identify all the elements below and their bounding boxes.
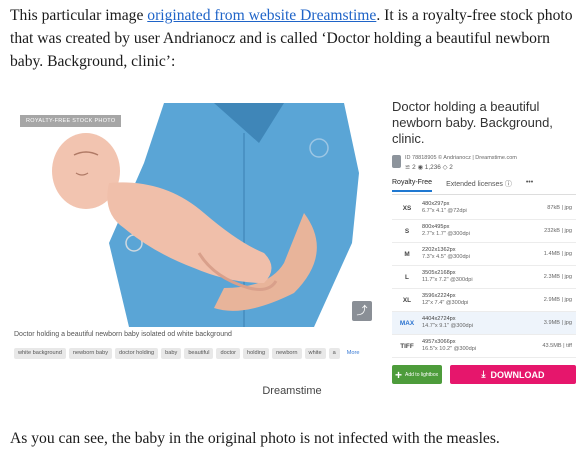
size-dimensions: 3596x2224px 12"x 7.4" @300dpi [422, 293, 520, 307]
tag[interactable]: beautiful [184, 348, 214, 359]
action-buttons: + Add to lightbox ⤓ DOWNLOAD [392, 365, 576, 384]
file-size: 232kB | jpg [544, 228, 572, 234]
size-code: L [405, 273, 409, 281]
size-dimensions: 800x495px 2.7"x 1.7" @300dpi [422, 224, 520, 238]
size-row[interactable]: M 2202x1362px 7.3"x 4.5" @300dpi 1.4MB | jp… [392, 243, 576, 266]
size-px: 480x297px [422, 201, 450, 207]
image-id-line[interactable]: ID 78818905 © Andrianocz | Dreamstime.co… [405, 155, 517, 161]
more-tags-link[interactable]: More [343, 348, 364, 359]
size-row[interactable]: L 3505x2168px 11.7"x 7.2" @300dpi 2.3MB | j… [392, 266, 576, 289]
size-inches: 14.7"x 9.1" @300dpi [422, 323, 474, 329]
tag[interactable]: newborn baby [68, 348, 113, 359]
dreamstime-screenshot: ROYALTY-FREE STOCK PHOTO ⤴ Doctor holdin… [14, 97, 576, 384]
keyword-tags: white background newborn baby doctor hol… [14, 348, 384, 362]
tag[interactable]: newborn [272, 348, 302, 359]
purchase-panel: Doctor holding a beautiful newborn baby.… [392, 99, 576, 384]
size-inches: 2.7"x 1.7" @300dpi [422, 231, 470, 237]
share-icon[interactable]: ⤴ [352, 301, 372, 321]
intro-text-start: This particular image [10, 7, 148, 24]
size-dimensions: 3505x2168px 11.7"x 7.2" @300dpi [422, 270, 520, 284]
tag[interactable]: doctor holding [115, 348, 159, 359]
file-size: 87kB | jpg [547, 205, 572, 211]
size-code: S [404, 227, 410, 235]
tab-more[interactable]: ••• [526, 179, 533, 186]
size-row[interactable]: XS 480x297px 6.7"x 4.1" @72dpi 87kB | jpg [392, 197, 576, 220]
license-tabs: Royalty-Free Extended licenses ⓘ ••• [392, 179, 576, 195]
download-label: DOWNLOAD [490, 369, 545, 380]
file-size: 1.4MB | jpg [543, 251, 572, 257]
size-inches: 12"x 7.4" @300dpi [422, 300, 469, 306]
size-inches: 7.3"x 4.5" @300dpi [422, 254, 470, 260]
image-stats: ≌ 2 ◉ 1,236 ◇ 2 [405, 164, 453, 171]
image-title: Doctor holding a beautiful newborn baby.… [392, 99, 553, 146]
size-row[interactable]: XL 3596x2224px 12"x 7.4" @300dpi 2.9MB | jp… [392, 289, 576, 312]
plus-icon: + [395, 367, 403, 382]
stock-photo: ROYALTY-FREE STOCK PHOTO ⤴ [14, 103, 380, 327]
source-link[interactable]: originated from website Dreamstime [147, 7, 376, 24]
size-px: 2202x1362px [422, 247, 456, 253]
download-icon: ⤓ [481, 369, 486, 379]
size-row-selected[interactable]: MAX 4404x2724px 14.7"x 9.1" @300dpi 3.9MB |… [392, 312, 576, 335]
size-px: 3505x2168px [422, 270, 456, 276]
size-code: XL [402, 296, 412, 304]
figure-credit: Dreamstime [262, 385, 322, 397]
add-to-lightbox-button[interactable]: + Add to lightbox [392, 365, 442, 384]
tag[interactable]: doctor [216, 348, 241, 359]
user-icon [392, 155, 401, 168]
intro-paragraph: This particular image originated from we… [10, 4, 580, 73]
size-code: TIFF [400, 342, 414, 350]
photo-caption: Doctor holding a beautiful newborn baby … [14, 331, 232, 338]
tag[interactable]: white background [14, 348, 66, 359]
size-px: 4404x2724px [422, 316, 456, 322]
file-size: 3.9MB | jpg [543, 320, 572, 326]
tag[interactable]: white [304, 348, 326, 359]
tab-extended-licenses[interactable]: Extended licenses ⓘ [446, 179, 512, 189]
tag[interactable]: baby [161, 348, 182, 359]
tag[interactable]: holding [243, 348, 270, 359]
size-inches: 6.7"x 4.1" @72dpi [422, 208, 467, 214]
size-dimensions: 2202x1362px 7.3"x 4.5" @300dpi [422, 247, 520, 261]
size-inches: 16.5"x 10.2" @300dpi [422, 346, 477, 352]
size-dimensions: 480x297px 6.7"x 4.1" @72dpi [422, 201, 520, 215]
file-size: 2.9MB | jpg [543, 297, 572, 303]
doctor-baby-illustration [52, 103, 359, 327]
download-button[interactable]: ⤓ DOWNLOAD [450, 365, 576, 384]
file-size: 43.5MB | tiff [542, 343, 572, 349]
size-code: MAX [399, 319, 415, 327]
lightbox-label: Add to lightbox [405, 371, 439, 378]
royalty-free-badge: ROYALTY-FREE STOCK PHOTO [20, 115, 122, 127]
size-row[interactable]: S 800x495px 2.7"x 1.7" @300dpi 232kB | jpg [392, 220, 576, 243]
tag[interactable]: a [328, 348, 340, 359]
size-px: 4957x3066px [422, 339, 456, 345]
size-options: XS 480x297px 6.7"x 4.1" @72dpi 87kB | jpg S… [392, 197, 576, 358]
size-dimensions: 4957x3066px 16.5"x 10.2" @300dpi [422, 339, 520, 353]
author-meta: ID 78818905 © Andrianocz | Dreamstime.co… [392, 155, 576, 171]
size-px: 3596x2224px [422, 293, 456, 299]
outro-paragraph: As you can see, the baby in the original… [10, 430, 500, 447]
size-dimensions: 4404x2724px 14.7"x 9.1" @300dpi [422, 316, 520, 330]
file-size: 2.3MB | jpg [543, 274, 572, 280]
size-row[interactable]: TIFF 4957x3066px 16.5"x 10.2" @300dpi 43.5M… [392, 335, 576, 358]
size-code: XS [402, 204, 412, 212]
size-code: M [404, 250, 410, 258]
size-px: 800x495px [422, 224, 450, 230]
size-inches: 11.7"x 7.2" @300dpi [422, 277, 473, 283]
tab-royalty-free[interactable]: Royalty-Free [392, 179, 433, 192]
